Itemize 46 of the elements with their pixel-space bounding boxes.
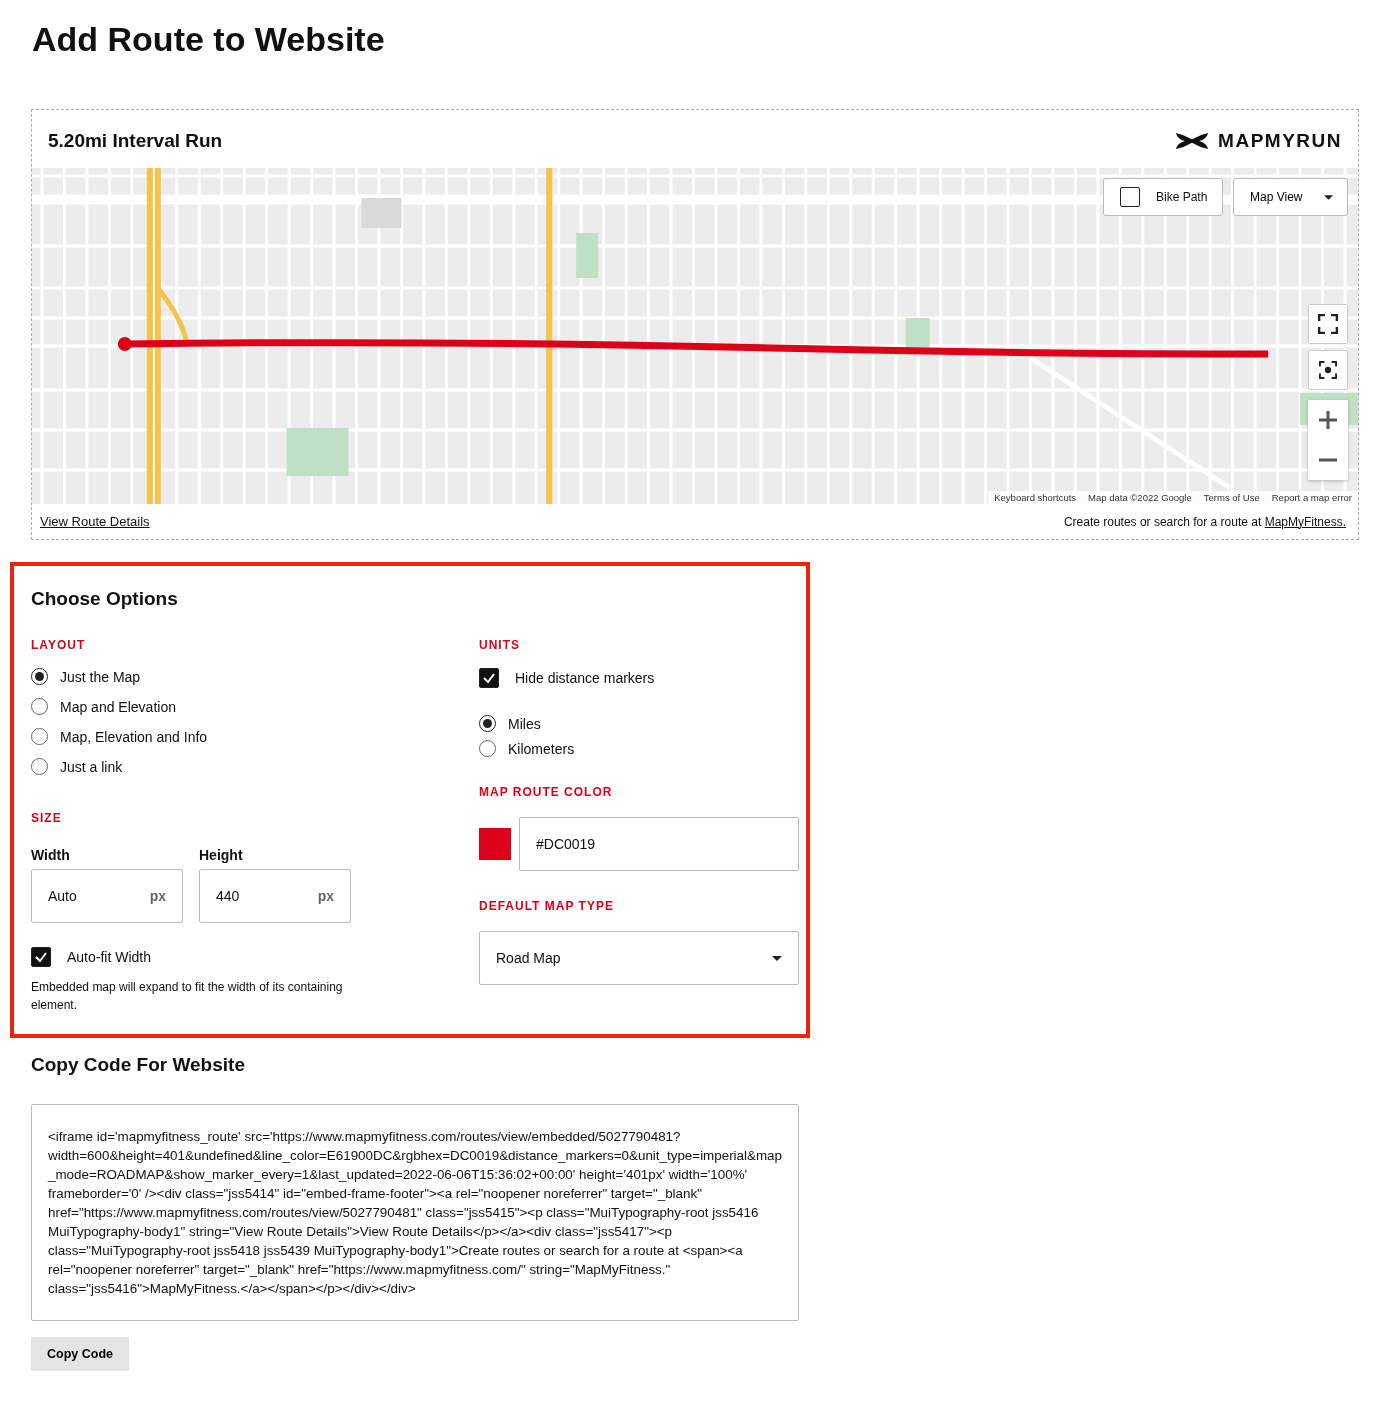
recenter-icon[interactable]	[1308, 350, 1348, 390]
logo-icon	[1174, 131, 1211, 151]
section-label: UNITS	[479, 638, 521, 652]
map-type-select[interactable]: Road Map	[479, 931, 799, 985]
field-label: Width	[31, 847, 71, 863]
field-label: Height	[199, 847, 244, 863]
unit-radio[interactable]: Kilometers	[479, 740, 575, 757]
hide-markers-checkbox[interactable]: Hide distance markers	[479, 668, 655, 688]
route-name: 5.20mi Interval Run	[48, 130, 223, 152]
map-attribution-link[interactable]: Terms of Use	[1203, 492, 1260, 503]
section-label: DEFAULT MAP TYPE	[479, 899, 615, 913]
section-title: Choose Options	[31, 588, 179, 610]
checkmark-icon	[482, 671, 496, 685]
section-label: MAP ROUTE COLOR	[479, 785, 614, 799]
view-route-details-link[interactable]: View Route Details	[40, 514, 150, 529]
mapmyfitness-link[interactable]: MapMyFitness.	[1264, 514, 1346, 529]
map-type-button[interactable]: Map View	[1233, 178, 1348, 216]
layout-radio[interactable]: Map and Elevation	[31, 698, 176, 715]
height-field[interactable]: 440 px	[199, 869, 351, 923]
layout-radio[interactable]: Map, Elevation and Info	[31, 728, 208, 745]
zoom-out-icon[interactable]	[1308, 440, 1348, 480]
layout-radio[interactable]: Just a link	[31, 758, 123, 775]
bike-path-toggle[interactable]: Bike Path	[1103, 178, 1223, 216]
color-field[interactable]: #DC0019	[519, 817, 799, 871]
map-attribution-link[interactable]: Keyboard shortcuts	[994, 492, 1077, 503]
checkmark-icon	[34, 950, 48, 964]
caret-icon	[1324, 194, 1333, 200]
unit-radio[interactable]: Miles	[479, 715, 541, 732]
map-attribution-link[interactable]: Report a map error	[1271, 492, 1352, 503]
map-attribution-link[interactable]: Map data ©2022 Google	[1088, 492, 1192, 503]
footer-text: Create routes or search for a route at MapMyFitness.	[1063, 514, 1346, 529]
section-label: SIZE	[31, 811, 63, 825]
brand-name: MAPMYRUN	[1218, 130, 1342, 152]
color-swatch[interactable]	[479, 828, 511, 860]
code-box[interactable]: <iframe id='mapmyfitness_route' src='https://www.mapmyfitness.com/routes/view/embedded/5027790481?width=600&height=401&undefined&line_color=E61900DC&rgbhex=DC0019&distance_markers=0&unit_type=imperial&map_mode=ROADMAP&show_marker_every=1&last_updated=2022-06-06T15:36:02+00:00' height='401px' width='100%' frameborder='0' /><div class="jss5414" id="embed-frame-footer"><a rel="noopener noreferrer" target="_blank" href="https://www.mapmyfitness.com/routes/view/5027790481" class="jss5415"><p class="MuiTypography-root jss5416 MuiTypography-body1" string="View Route Details">View Route Details</p></a><div class="jss5417"><p class="MuiTypography-root jss5418 jss5439 MuiTypography-body1">Create routes or search for a route at <span><a rel="noopener noreferrer" target="_blank" href="https://www.mapmyfitness.com/" string="MapMyFitness." class="jss5416">MapMyFitness.</a></span></p></div></div>	[31, 1104, 799, 1321]
copy-code-button[interactable]: Copy Code	[31, 1337, 129, 1371]
layout-radio[interactable]: Just the Map	[31, 668, 141, 685]
help-text: Embedded map will expand to fit the width of its containing element.	[31, 979, 344, 1014]
fullscreen-icon[interactable]	[1308, 304, 1348, 344]
section-label: LAYOUT	[31, 638, 87, 652]
width-field[interactable]: Auto px	[31, 869, 183, 923]
page-title: Add Route to Website	[32, 20, 385, 59]
section-title: Copy Code For Website	[31, 1054, 246, 1076]
zoom-in-icon[interactable]	[1308, 400, 1348, 440]
caret-icon	[772, 955, 782, 961]
auto-fit-checkbox[interactable]: Auto-fit Width	[31, 947, 152, 967]
